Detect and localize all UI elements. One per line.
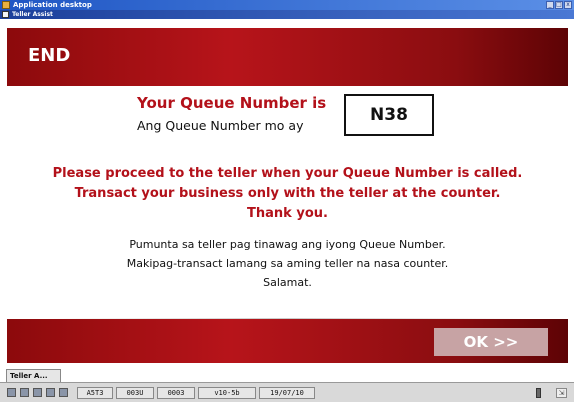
instructions-english-line-2: Transact your business only with the tel… — [74, 186, 501, 201]
instructions-tagalog: Pumunta sa teller pag tinawag ang iyong … — [7, 235, 568, 292]
status-cell-branch: 003U — [116, 387, 154, 399]
status-cell-counter: 0003 — [157, 387, 195, 399]
status-square-icon — [59, 388, 68, 397]
frame-icon — [2, 11, 9, 18]
instructions-english-line-3: Thank you. — [247, 206, 328, 221]
queue-number-label-tagalog: Ang Queue Number mo ay — [137, 118, 304, 133]
close-icon[interactable]: x — [564, 1, 572, 9]
window-controls: _ □ x — [546, 1, 572, 9]
content-area: Your Queue Number is Ang Queue Number mo… — [7, 86, 568, 319]
status-indicator-icon — [536, 388, 541, 398]
status-cell-version: v10-5b — [198, 387, 256, 399]
instructions-tagalog-line-2: Makipag-transact lamang sa aming teller … — [126, 257, 449, 270]
maximize-icon[interactable]: □ — [555, 1, 563, 9]
instructions-english: Please proceed to the teller when your Q… — [7, 164, 568, 224]
application-icon — [2, 1, 10, 9]
footer-band: OK >> — [7, 319, 568, 363]
minimize-icon[interactable]: _ — [546, 1, 554, 9]
status-bar: A5T3 003U 0003 v10-5b 19/07/10 ⇲ — [0, 382, 574, 402]
teller-assist-titlebar: Teller Assist — [0, 10, 574, 19]
instructions-english-line-1: Please proceed to the teller when your Q… — [52, 166, 523, 181]
teller-assist-title: Teller Assist — [12, 11, 53, 18]
application-titlebar: Application desktop _ □ x — [0, 0, 574, 10]
taskbar-tab-teller-assist[interactable]: Teller A... — [6, 369, 61, 382]
instructions-tagalog-line-3: Salamat. — [263, 276, 312, 289]
header-band: END — [7, 28, 568, 86]
ok-button[interactable]: OK >> — [434, 328, 548, 356]
resize-grip-icon[interactable]: ⇲ — [556, 388, 567, 398]
queue-number-box: N38 — [344, 94, 434, 136]
page-title: END — [28, 45, 71, 66]
status-cell-date: 19/07/10 — [259, 387, 315, 399]
status-square-icon — [33, 388, 42, 397]
kiosk-screen: END Your Queue Number is Ang Queue Numbe… — [7, 28, 568, 363]
queue-number-label-english: Your Queue Number is — [137, 94, 327, 112]
application-title: Application desktop — [13, 1, 92, 9]
instructions-tagalog-line-1: Pumunta sa teller pag tinawag ang iyong … — [129, 238, 446, 251]
status-cell-terminal: A5T3 — [77, 387, 113, 399]
status-square-icon — [46, 388, 55, 397]
status-square-icon — [20, 388, 29, 397]
status-square-icon — [7, 388, 16, 397]
